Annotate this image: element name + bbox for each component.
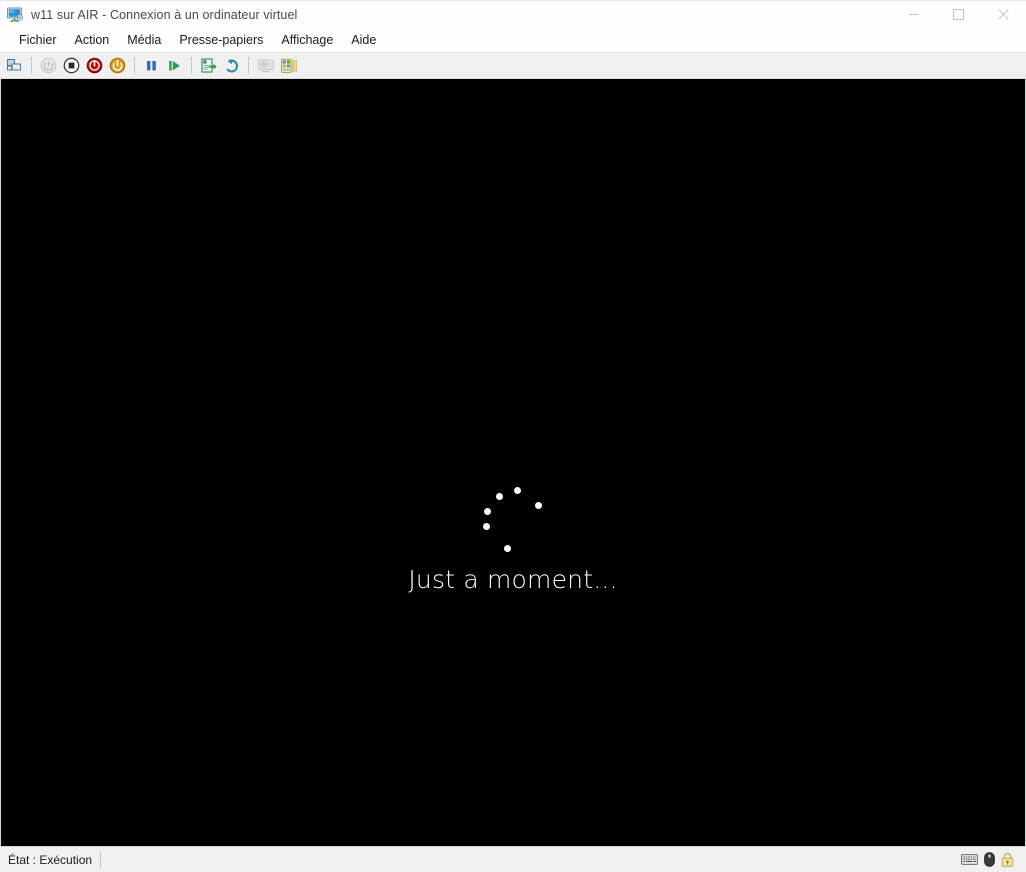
revert-button[interactable] bbox=[220, 54, 243, 77]
statusbar: État : Exécution bbox=[0, 846, 1026, 872]
close-button[interactable] bbox=[981, 1, 1026, 29]
toolbar-separator bbox=[31, 57, 32, 74]
menu-item-affichage[interactable]: Affichage bbox=[272, 30, 342, 50]
spinner-dot bbox=[504, 545, 511, 552]
power-start-icon bbox=[40, 57, 57, 74]
resume-button[interactable] bbox=[163, 54, 186, 77]
statusbar-icons bbox=[961, 852, 1026, 867]
menu-item-presse-papiers[interactable]: Presse-papiers bbox=[170, 30, 272, 50]
window-controls bbox=[891, 1, 1026, 29]
menu-item-media[interactable]: Média bbox=[118, 30, 170, 50]
menu-item-fichier[interactable]: Fichier bbox=[10, 30, 66, 50]
pause-icon bbox=[147, 61, 156, 71]
keyboard-tiles-icon bbox=[7, 59, 21, 71]
minimize-button[interactable] bbox=[891, 1, 936, 29]
basic-session-monitor-icon bbox=[257, 59, 274, 72]
revert-arrow-icon bbox=[226, 58, 238, 72]
titlebar: w11 sur AIR - Connexion à un ordinateur … bbox=[0, 0, 1026, 28]
close-icon bbox=[998, 9, 1009, 20]
maximize-button[interactable] bbox=[936, 1, 981, 29]
menubar: Fichier Action Média Presse-papiers Affi… bbox=[0, 28, 1026, 52]
maximize-icon bbox=[953, 9, 964, 20]
toolbar-separator bbox=[248, 57, 249, 74]
enhanced-session-icon bbox=[280, 58, 297, 73]
ctrl-alt-del-button[interactable] bbox=[3, 54, 26, 77]
power-off-red-icon bbox=[86, 57, 103, 74]
vm-guest-screen[interactable]: Just a moment... bbox=[1, 79, 1025, 846]
toolbar-separator bbox=[191, 57, 192, 74]
toolbar bbox=[0, 52, 1026, 79]
virtual-machine-monitor-icon bbox=[7, 7, 23, 22]
spinner-dot bbox=[535, 502, 542, 509]
mouse-capture-icon[interactable] bbox=[984, 852, 995, 867]
checkpoint-button[interactable] bbox=[197, 54, 220, 77]
stop-square-icon bbox=[63, 57, 80, 74]
vm-connection-window: w11 sur AIR - Connexion à un ordinateur … bbox=[0, 0, 1026, 872]
spinner-dot bbox=[514, 487, 521, 494]
spinner-dot bbox=[484, 508, 491, 515]
spinner-dot bbox=[496, 493, 503, 500]
loading-spinner bbox=[1, 477, 1025, 561]
basic-session-button[interactable] bbox=[254, 54, 277, 77]
loading-message: Just a moment... bbox=[408, 565, 618, 594]
minimize-icon bbox=[908, 14, 919, 15]
menu-item-aide[interactable]: Aide bbox=[342, 30, 385, 50]
vm-viewport[interactable]: Just a moment... bbox=[0, 79, 1026, 846]
pause-button[interactable] bbox=[140, 54, 163, 77]
play-step-icon bbox=[169, 61, 180, 71]
spinner-dot bbox=[483, 523, 490, 530]
reset-button[interactable] bbox=[106, 54, 129, 77]
power-reset-orange-icon bbox=[109, 57, 126, 74]
turn-off-button[interactable] bbox=[83, 54, 106, 77]
menu-item-action[interactable]: Action bbox=[66, 30, 119, 50]
status-state: État : Exécution bbox=[0, 850, 102, 869]
shutdown-button[interactable] bbox=[60, 54, 83, 77]
window-title: w11 sur AIR - Connexion à un ordinateur … bbox=[31, 7, 298, 22]
toolbar-separator bbox=[134, 57, 135, 74]
keyboard-capture-icon[interactable] bbox=[961, 853, 978, 866]
start-button[interactable] bbox=[37, 54, 60, 77]
checkpoint-icon bbox=[200, 57, 217, 73]
enhanced-session-button[interactable] bbox=[277, 54, 300, 77]
lock-icon[interactable] bbox=[1001, 852, 1014, 867]
